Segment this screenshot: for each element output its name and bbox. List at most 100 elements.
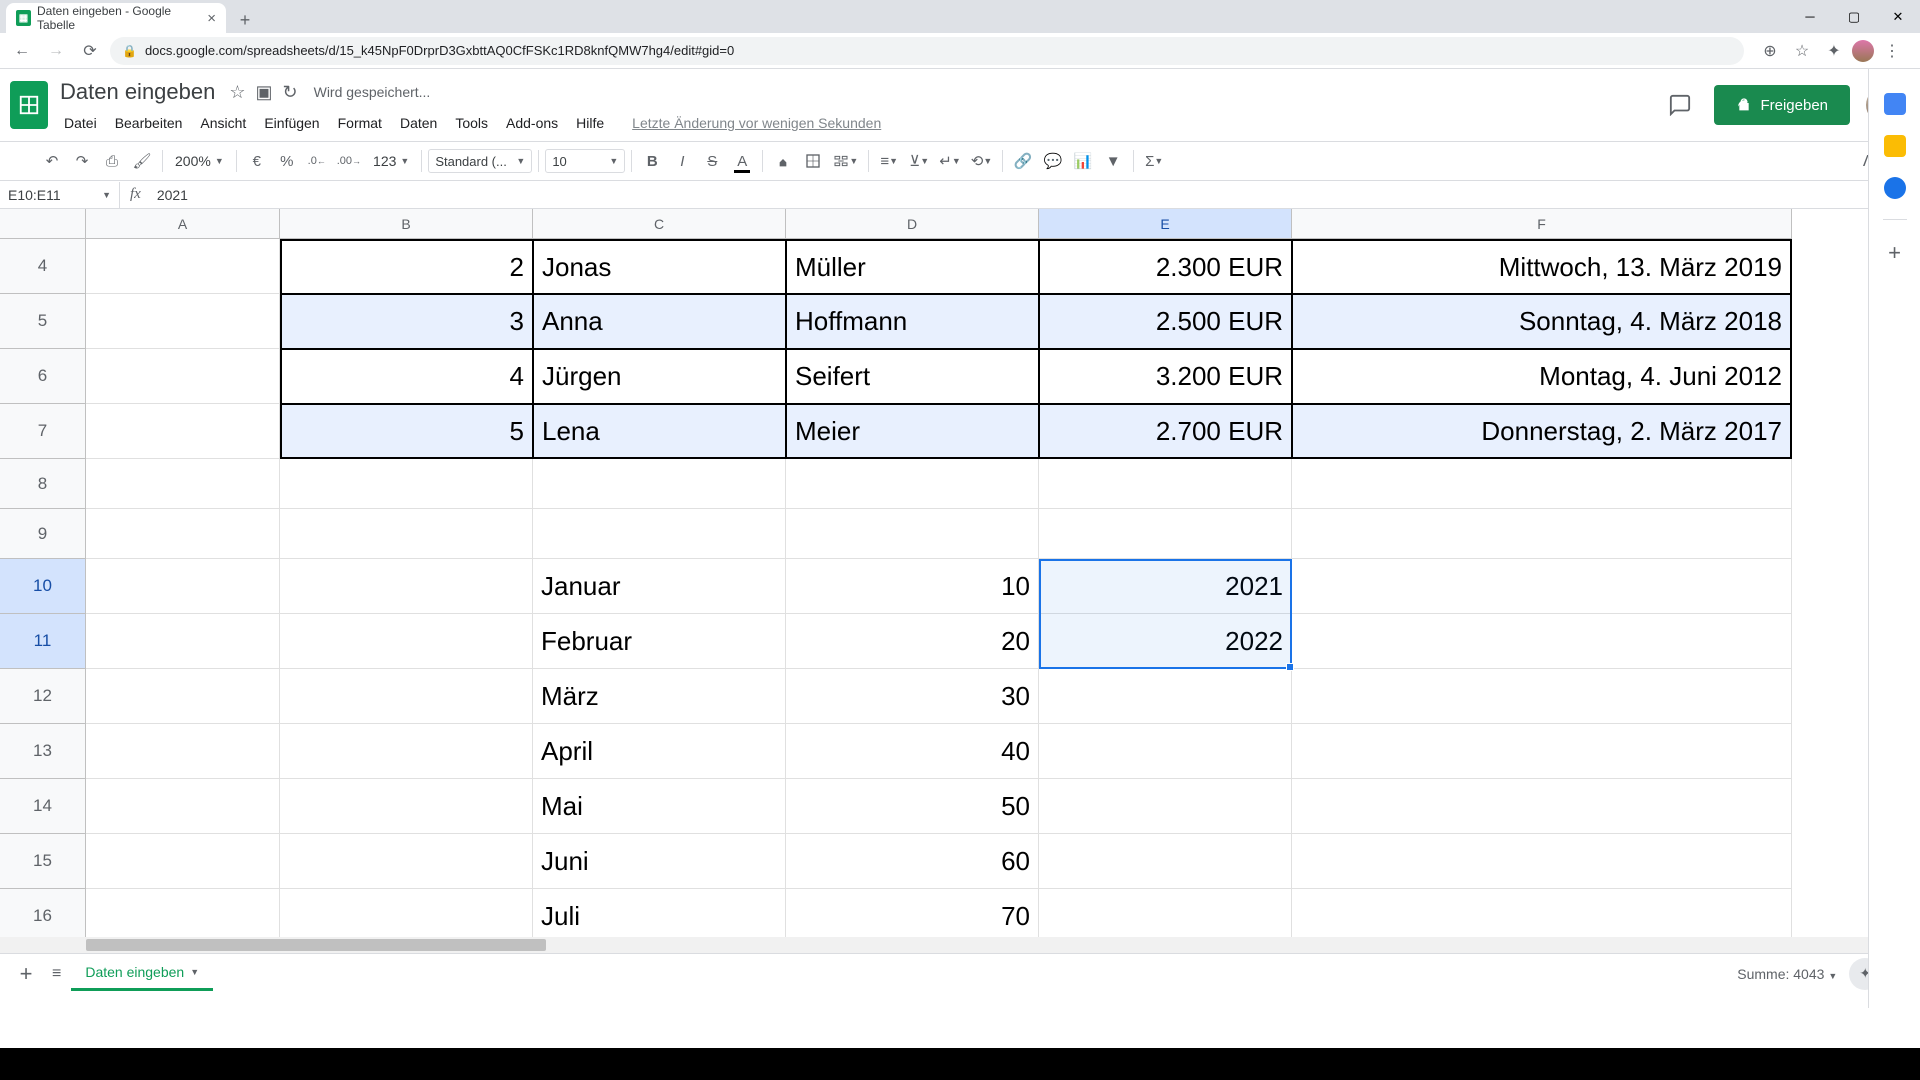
cell[interactable] bbox=[280, 614, 533, 669]
cell[interactable] bbox=[786, 459, 1039, 509]
select-all-corner[interactable] bbox=[0, 209, 86, 239]
scroll-thumb[interactable] bbox=[86, 939, 546, 951]
row-header-4[interactable]: 4 bbox=[0, 239, 86, 294]
cell[interactable] bbox=[533, 459, 786, 509]
column-header-A[interactable]: A bbox=[86, 209, 280, 239]
cell[interactable]: 40 bbox=[786, 724, 1039, 779]
cell[interactable]: Jonas bbox=[533, 239, 786, 294]
menu-bearbeiten[interactable]: Bearbeiten bbox=[107, 111, 191, 135]
cell[interactable]: 4 bbox=[280, 349, 533, 404]
filter-button[interactable]: ▼ bbox=[1099, 147, 1127, 175]
cell[interactable] bbox=[86, 509, 280, 559]
cell[interactable] bbox=[1292, 559, 1792, 614]
cell[interactable] bbox=[86, 614, 280, 669]
tab-close-icon[interactable]: × bbox=[207, 10, 216, 27]
last-edit-link[interactable]: Letzte Änderung vor wenigen Sekunden bbox=[624, 111, 889, 135]
bookmark-icon[interactable]: ☆ bbox=[1788, 37, 1816, 65]
formula-input[interactable]: 2021 bbox=[151, 187, 188, 203]
url-input[interactable]: 🔒 docs.google.com/spreadsheets/d/15_k45N… bbox=[110, 37, 1744, 65]
cell[interactable]: 10 bbox=[786, 559, 1039, 614]
text-wrap-button[interactable]: ↵▼ bbox=[935, 147, 965, 175]
cell[interactable]: 2.500 EUR bbox=[1039, 294, 1292, 349]
menu-einfuegen[interactable]: Einfügen bbox=[256, 111, 327, 135]
row-header-8[interactable]: 8 bbox=[0, 459, 86, 509]
row-header-15[interactable]: 15 bbox=[0, 834, 86, 889]
paint-format-button[interactable]: 🖌 bbox=[128, 147, 156, 175]
cell[interactable] bbox=[86, 834, 280, 889]
cell[interactable] bbox=[1039, 724, 1292, 779]
cell[interactable] bbox=[86, 294, 280, 349]
menu-format[interactable]: Format bbox=[330, 111, 390, 135]
cell[interactable]: Donnerstag, 2. März 2017 bbox=[1292, 404, 1792, 459]
column-header-E[interactable]: E bbox=[1039, 209, 1292, 239]
keep-icon[interactable] bbox=[1884, 135, 1906, 157]
cell[interactable] bbox=[1039, 834, 1292, 889]
cell[interactable] bbox=[86, 889, 280, 944]
cell[interactable] bbox=[786, 509, 1039, 559]
cell[interactable] bbox=[533, 509, 786, 559]
number-format-dropdown[interactable]: 123▼ bbox=[367, 153, 415, 169]
menu-daten[interactable]: Daten bbox=[392, 111, 445, 135]
cell[interactable]: 2022 bbox=[1039, 614, 1292, 669]
name-box[interactable]: E10:E11 ▼ bbox=[0, 182, 120, 208]
cell[interactable]: 20 bbox=[786, 614, 1039, 669]
merge-cells-button[interactable]: ▼ bbox=[829, 147, 862, 175]
currency-button[interactable]: € bbox=[243, 147, 271, 175]
row-header-12[interactable]: 12 bbox=[0, 669, 86, 724]
calendar-icon[interactable] bbox=[1884, 93, 1906, 115]
cell[interactable] bbox=[280, 559, 533, 614]
menu-ansicht[interactable]: Ansicht bbox=[192, 111, 254, 135]
functions-button[interactable]: Σ▼ bbox=[1140, 147, 1168, 175]
get-addons-button[interactable]: + bbox=[1888, 240, 1901, 266]
cell[interactable]: 2.300 EUR bbox=[1039, 239, 1292, 294]
strikethrough-button[interactable]: S bbox=[698, 147, 726, 175]
v-align-button[interactable]: ⊻▼ bbox=[905, 147, 933, 175]
cell[interactable] bbox=[86, 669, 280, 724]
italic-button[interactable]: I bbox=[668, 147, 696, 175]
row-header-13[interactable]: 13 bbox=[0, 724, 86, 779]
cell[interactable]: Seifert bbox=[786, 349, 1039, 404]
menu-addons[interactable]: Add-ons bbox=[498, 111, 566, 135]
cell[interactable]: Müller bbox=[786, 239, 1039, 294]
cell[interactable] bbox=[1292, 459, 1792, 509]
status-sum[interactable]: Summe: 4043 ▼ bbox=[1737, 966, 1837, 982]
browser-menu-icon[interactable]: ⋮ bbox=[1878, 37, 1906, 65]
insert-link-button[interactable]: 🔗 bbox=[1009, 147, 1037, 175]
cell[interactable] bbox=[1292, 509, 1792, 559]
cell[interactable] bbox=[1292, 834, 1792, 889]
cell[interactable] bbox=[1292, 669, 1792, 724]
cell[interactable] bbox=[86, 349, 280, 404]
tasks-icon[interactable] bbox=[1884, 177, 1906, 199]
fill-color-button[interactable] bbox=[769, 147, 797, 175]
cell[interactable] bbox=[280, 459, 533, 509]
cell[interactable]: Mittwoch, 13. März 2019 bbox=[1292, 239, 1792, 294]
column-header-F[interactable]: F bbox=[1292, 209, 1792, 239]
insert-comment-button[interactable]: 💬 bbox=[1039, 147, 1067, 175]
move-icon[interactable]: ▣ bbox=[256, 82, 273, 103]
menu-hilfe[interactable]: Hilfe bbox=[568, 111, 612, 135]
cell[interactable] bbox=[1039, 889, 1292, 944]
cell[interactable] bbox=[1292, 614, 1792, 669]
insert-chart-button[interactable]: 📊 bbox=[1069, 147, 1097, 175]
cell[interactable]: Februar bbox=[533, 614, 786, 669]
new-tab-button[interactable]: + bbox=[232, 7, 258, 33]
sheets-logo-icon[interactable] bbox=[10, 81, 48, 129]
cell[interactable]: Montag, 4. Juni 2012 bbox=[1292, 349, 1792, 404]
increase-decimals-button[interactable]: .00→ bbox=[333, 147, 365, 175]
cell[interactable]: 2 bbox=[280, 239, 533, 294]
zoom-icon[interactable]: ⊕ bbox=[1756, 37, 1784, 65]
browser-tab-active[interactable]: ▦ Daten eingeben - Google Tabelle × bbox=[6, 3, 226, 33]
sheet-tab-active[interactable]: Daten eingeben ▼ bbox=[71, 956, 213, 991]
bold-button[interactable]: B bbox=[638, 147, 666, 175]
cell[interactable] bbox=[1039, 669, 1292, 724]
cell[interactable]: März bbox=[533, 669, 786, 724]
nav-forward-button[interactable]: → bbox=[42, 37, 70, 65]
cell[interactable] bbox=[280, 724, 533, 779]
cell[interactable]: Juni bbox=[533, 834, 786, 889]
borders-button[interactable] bbox=[799, 147, 827, 175]
star-icon[interactable]: ☆ bbox=[229, 82, 245, 103]
cell[interactable]: 60 bbox=[786, 834, 1039, 889]
chevron-down-icon[interactable]: ▼ bbox=[190, 967, 199, 977]
row-header-11[interactable]: 11 bbox=[0, 614, 86, 669]
column-header-C[interactable]: C bbox=[533, 209, 786, 239]
